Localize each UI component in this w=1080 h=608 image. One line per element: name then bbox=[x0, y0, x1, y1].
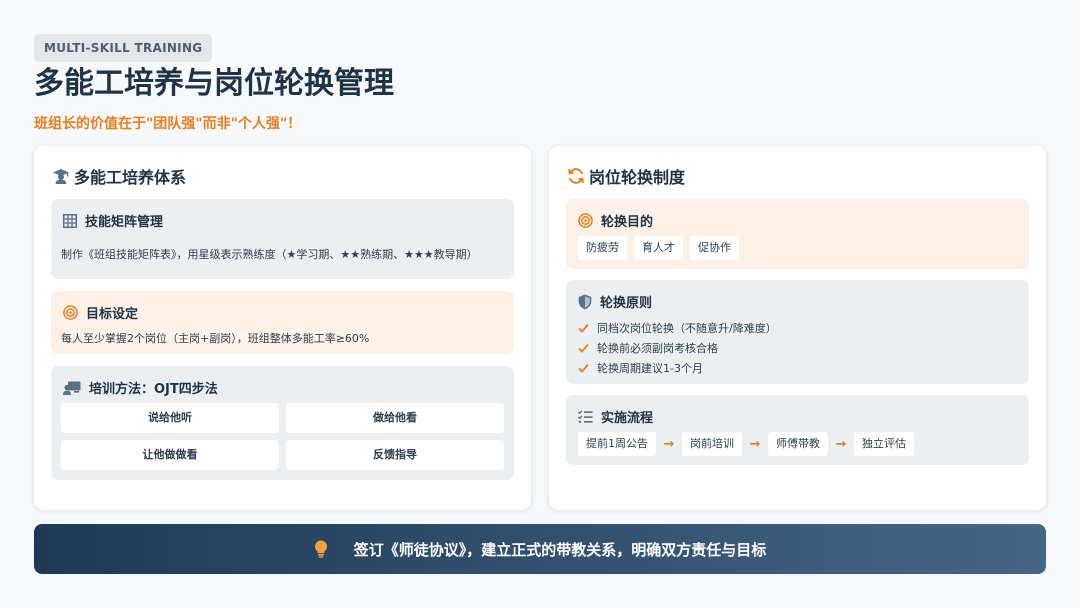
grid-icon bbox=[63, 213, 77, 228]
ojt-method-header: 培训方法：OJT四步法 bbox=[63, 378, 218, 397]
process-step: 独立评估 bbox=[854, 432, 914, 456]
ojt-step: 让他做做看 bbox=[61, 440, 279, 470]
goal-card: 目标设定 每人至少掌握2个岗位（主岗+副岗），班组整体多能工率≥60% bbox=[51, 291, 514, 354]
rotation-principles-card: 轮换原则 同档次岗位轮换（不随意升/降难度） 轮换前必须副岗考核合格 轮换周期建… bbox=[566, 280, 1029, 384]
process-step: 提前1周公告 bbox=[578, 432, 656, 456]
principle-text: 同档次岗位轮换（不随意升/降难度） bbox=[597, 322, 777, 335]
skill-matrix-card: 技能矩阵管理 制作《班组技能矩阵表》，用星级表示熟练度（★学习期、★★熟练期、★… bbox=[51, 199, 514, 279]
rotation-process-card: 实施流程 提前1周公告 → 岗前培训 → 师傅带教 → 独立评估 bbox=[566, 395, 1029, 465]
ojt-steps-grid: 说给他听 做给他看 让他做做看 反馈指导 bbox=[61, 403, 504, 470]
purpose-chip: 防疲劳 bbox=[578, 236, 627, 260]
principle-item: 轮换前必须副岗考核合格 bbox=[578, 338, 777, 358]
rotation-purpose-header: 轮换目的 bbox=[578, 211, 653, 230]
ojt-step: 说给他听 bbox=[61, 403, 279, 433]
arrow-right-icon: → bbox=[835, 436, 847, 452]
rotation-purpose-card: 轮换目的 防疲劳 育人才 促协作 bbox=[566, 199, 1029, 269]
goal-text: 每人至少掌握2个岗位（主岗+副岗），班组整体多能工率≥60% bbox=[61, 332, 370, 345]
rotation-principles-list: 同档次岗位轮换（不随意升/降难度） 轮换前必须副岗考核合格 轮换周期建议1-3个… bbox=[578, 318, 777, 378]
process-step: 岗前培训 bbox=[682, 432, 742, 456]
principle-text: 轮换周期建议1-3个月 bbox=[597, 362, 703, 375]
ojt-step: 做给他看 bbox=[286, 403, 504, 433]
purpose-chip: 育人才 bbox=[634, 236, 683, 260]
multi-skill-panel-header: 多能工培养体系 bbox=[52, 164, 186, 188]
principle-item: 同档次岗位轮换（不随意升/降难度） bbox=[578, 318, 777, 338]
multi-skill-panel: 多能工培养体系 技能矩阵管理 制作《班组技能矩阵表》，用星级表示熟练度（★学习期… bbox=[34, 146, 531, 510]
lightbulb-icon bbox=[314, 540, 328, 558]
rotation-purpose-chips: 防疲劳 育人才 促协作 bbox=[578, 236, 739, 260]
process-step: 师傅带教 bbox=[768, 432, 828, 456]
goal-header: 目标设定 bbox=[63, 303, 138, 322]
skill-matrix-text: 制作《班组技能矩阵表》，用星级表示熟练度（★学习期、★★熟练期、★★★教导期） bbox=[61, 248, 478, 261]
graduate-icon bbox=[52, 167, 70, 185]
ojt-method-title: 培训方法：OJT四步法 bbox=[89, 382, 218, 397]
goal-title: 目标设定 bbox=[86, 307, 139, 322]
agreement-banner: 签订《师徒协议》，建立正式的带教关系，明确双方责任与目标 bbox=[34, 524, 1046, 574]
page-subtitle: 班组长的价值在于"团队强"而非"个人强"！ bbox=[34, 116, 302, 132]
rotation-process-title: 实施流程 bbox=[601, 411, 654, 426]
skill-matrix-title: 技能矩阵管理 bbox=[85, 215, 164, 230]
list-check-icon bbox=[578, 410, 593, 423]
check-icon bbox=[578, 323, 589, 333]
rotation-panel-title: 岗位轮换制度 bbox=[589, 168, 686, 187]
page-title: 多能工培养与岗位轮换管理 bbox=[34, 66, 394, 101]
check-icon bbox=[578, 343, 589, 353]
rotation-purpose-title: 轮换目的 bbox=[601, 215, 654, 230]
rotate-icon bbox=[567, 167, 585, 185]
multi-skill-panel-title: 多能工培养体系 bbox=[74, 168, 187, 187]
banner-text: 签订《师徒协议》，建立正式的带教关系，明确双方责任与目标 bbox=[353, 540, 767, 559]
shield-icon bbox=[578, 294, 592, 310]
skill-matrix-header: 技能矩阵管理 bbox=[63, 211, 163, 230]
ojt-method-card: 培训方法：OJT四步法 说给他听 做给他看 让他做做看 反馈指导 bbox=[51, 366, 514, 480]
target-icon bbox=[578, 213, 593, 228]
rotation-principles-title: 轮换原则 bbox=[600, 296, 653, 311]
rotation-panel-header: 岗位轮换制度 bbox=[567, 164, 685, 188]
ojt-step: 反馈指导 bbox=[286, 440, 504, 470]
rotation-panel: 岗位轮换制度 轮换目的 防疲劳 育人才 促协作 轮换原则 同档次岗位轮换（不随意… bbox=[549, 146, 1046, 510]
arrow-right-icon: → bbox=[749, 436, 761, 452]
check-icon bbox=[578, 363, 589, 373]
teacher-icon bbox=[63, 381, 81, 395]
rotation-process-header: 实施流程 bbox=[578, 407, 653, 426]
rotation-principles-header: 轮换原则 bbox=[578, 292, 652, 311]
principle-item: 轮换周期建议1-3个月 bbox=[578, 358, 777, 378]
rotation-process-flow: 提前1周公告 → 岗前培训 → 师傅带教 → 独立评估 bbox=[578, 432, 914, 456]
purpose-chip: 促协作 bbox=[690, 236, 739, 260]
arrow-right-icon: → bbox=[663, 436, 675, 452]
target-icon bbox=[63, 305, 78, 320]
principle-text: 轮换前必须副岗考核合格 bbox=[597, 342, 718, 355]
